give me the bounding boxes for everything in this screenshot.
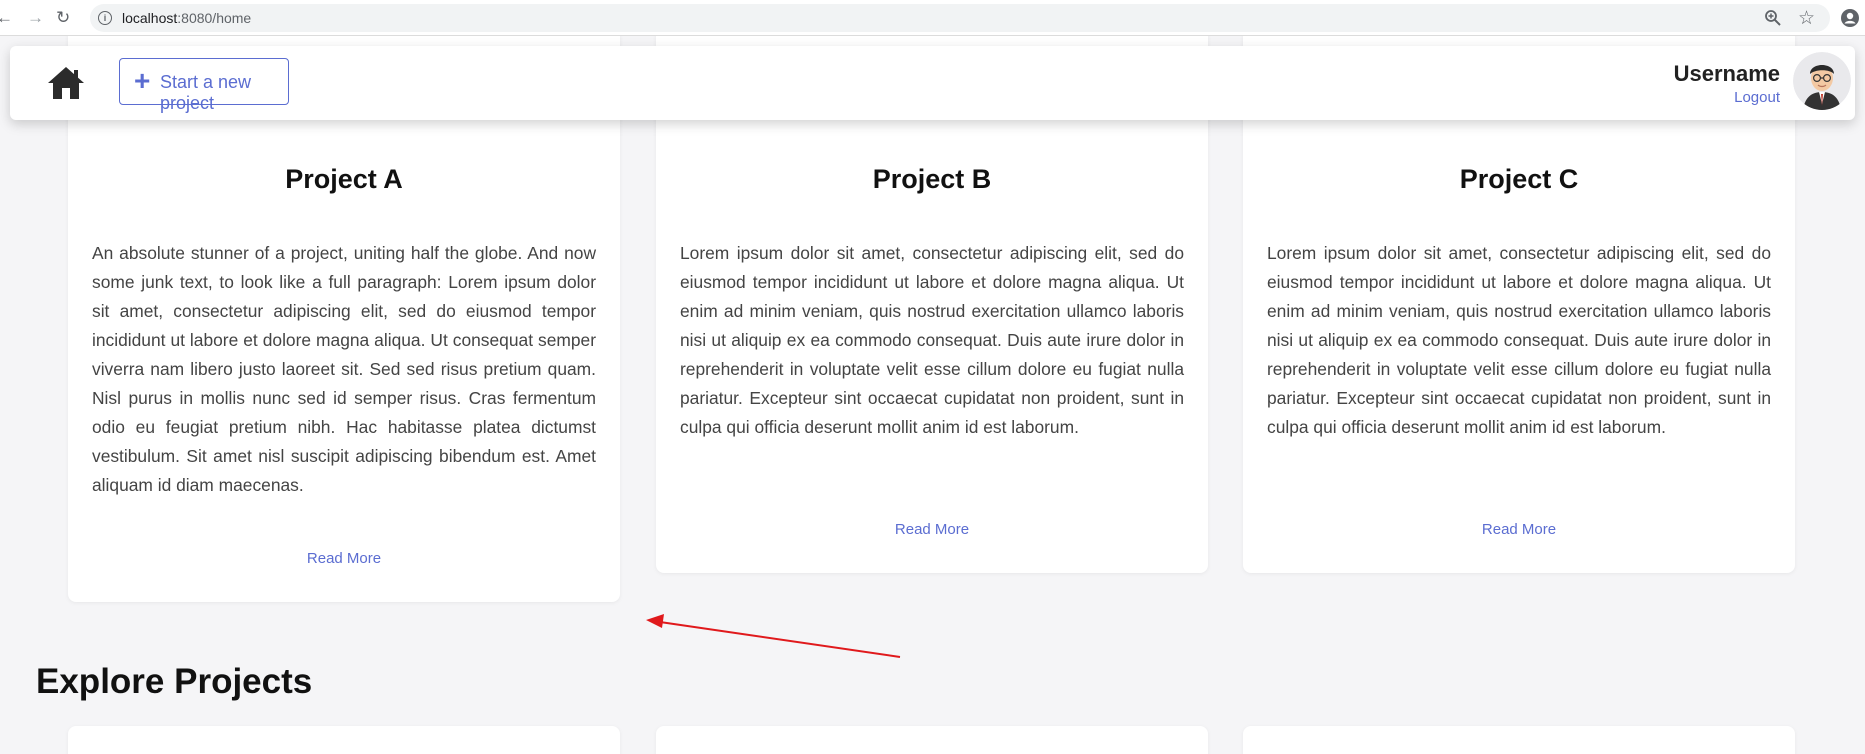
address-bar[interactable]: i localhost:8080/home ☆ — [90, 4, 1830, 32]
avatar[interactable] — [1793, 52, 1851, 110]
profile-icon[interactable] — [1840, 8, 1860, 28]
card-title: Project C — [1459, 164, 1579, 194]
bookmark-star-icon[interactable]: ☆ — [1798, 7, 1815, 30]
url-host: localhost — [122, 10, 178, 26]
card-description: An absolute stunner of a project, unitin… — [92, 243, 596, 495]
card-description: Lorem ipsum dolor sit amet, consectetur … — [680, 243, 1184, 437]
home-icon[interactable] — [46, 65, 86, 101]
reload-icon[interactable]: ↻ — [56, 8, 70, 28]
site-info-icon[interactable]: i — [98, 11, 112, 25]
explore-card — [656, 726, 1208, 754]
start-new-project-label: Start a new project — [160, 72, 252, 113]
explore-card — [68, 726, 620, 754]
plus-icon: + — [134, 65, 151, 96]
project-card-a: Project A An absolute stunner of a proje… — [68, 36, 620, 602]
read-more-link[interactable]: Read More — [1243, 521, 1795, 538]
zoom-icon[interactable] — [1764, 9, 1782, 27]
card-title: Project B — [872, 164, 992, 194]
card-title: Project A — [285, 164, 403, 194]
url-text[interactable]: localhost:8080/home — [122, 10, 251, 26]
page-content: Project A An absolute stunner of a proje… — [0, 36, 1865, 754]
back-arrow-icon[interactable]: ← — [0, 8, 13, 28]
read-more-link[interactable]: Read More — [68, 550, 620, 567]
start-new-project-button[interactable]: + Start a new project — [119, 58, 289, 113]
explore-projects-heading: Explore Projects — [36, 662, 313, 701]
browser-toolbar: ← → ↻ i localhost:8080/home ☆ — [0, 0, 1865, 36]
url-path: :8080/home — [177, 10, 252, 26]
logout-link[interactable]: Logout — [1734, 89, 1780, 106]
read-more-link[interactable]: Read More — [656, 521, 1208, 538]
forward-arrow-icon[interactable]: → — [27, 8, 44, 28]
card-description: Lorem ipsum dolor sit amet, consectetur … — [1267, 243, 1771, 437]
app-header: + Start a new project Username Logout — [10, 46, 1855, 120]
explore-card — [1243, 726, 1795, 754]
username-label: Username — [1673, 61, 1780, 86]
